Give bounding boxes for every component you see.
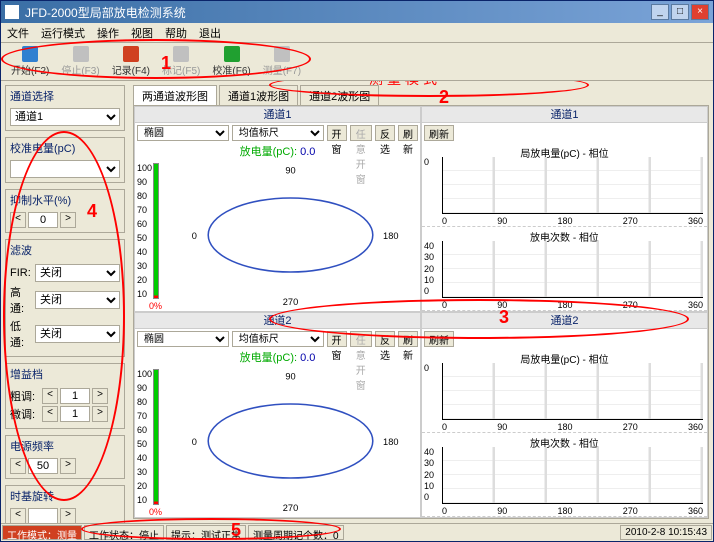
ch2-refresh-btn[interactable]: 刷新 (398, 331, 418, 347)
app-icon (5, 5, 19, 19)
calib-label: 校准电量(pC) (6, 138, 124, 158)
fine-dec[interactable]: < (42, 406, 58, 422)
svg-text:180: 180 (383, 231, 398, 241)
suppress-inc[interactable]: > (60, 212, 76, 228)
tb-mark[interactable]: 标记(F5) (158, 44, 204, 79)
tb-measure[interactable]: 测量(F7) (259, 44, 305, 79)
ch1-disp-select[interactable]: 椭圆 (137, 125, 229, 141)
fine-inc[interactable]: > (92, 406, 108, 422)
coarse-value[interactable]: 1 (60, 388, 90, 404)
minimize-button[interactable]: _ (651, 4, 669, 20)
tab-ch2[interactable]: 通道2波形图 (300, 85, 379, 105)
tabs: 两通道波形图 通道1波形图 通道2波形图 (133, 85, 709, 105)
power-dec[interactable]: < (10, 458, 26, 474)
menu-view[interactable]: 视图 (131, 25, 153, 41)
status-count: 测量周期记个数：0 (248, 525, 344, 540)
status-state: 工作状态：停止 (84, 525, 164, 540)
svg-text:0: 0 (192, 437, 197, 447)
status-time: 2010-2-8 10:15:43 (620, 525, 712, 540)
timebase-label: 时基旋转 (6, 486, 124, 506)
power-label: 电源频率 (6, 436, 124, 456)
menu-runmode[interactable]: 运行模式 (41, 25, 85, 41)
menu-operate[interactable]: 操作 (97, 25, 119, 41)
ch1-open-btn[interactable]: 开窗 (327, 125, 347, 141)
sidebar: 通道选择 通道1 校准电量(pC) 抑制水平(%) < 0 > 滤波 FIR:关… (1, 81, 129, 523)
gain-label: 增益档 (6, 364, 124, 384)
ch2-stats-refresh[interactable]: 刷新 (424, 331, 454, 347)
fir-select[interactable]: 关闭 (35, 264, 120, 282)
ch1-anyopen-btn[interactable]: 任意开窗 (350, 125, 372, 141)
hp-select[interactable]: 关闭 (35, 291, 120, 309)
menu-file[interactable]: 文件 (7, 25, 29, 41)
filter-label: 滤波 (6, 240, 124, 260)
tab-both[interactable]: 两通道波形图 (133, 85, 217, 105)
tb-start[interactable]: 开始(F2) (7, 44, 53, 79)
ch2-invert-btn[interactable]: 反选 (375, 331, 395, 347)
menu-help[interactable]: 帮助 (165, 25, 187, 41)
svg-text:0: 0 (192, 231, 197, 241)
fine-value[interactable]: 1 (60, 406, 90, 422)
menu-exit[interactable]: 退出 (199, 25, 221, 41)
svg-text:90: 90 (285, 371, 295, 381)
menubar: 文件 运行模式 操作 视图 帮助 退出 (1, 23, 713, 43)
calib-select[interactable] (10, 160, 120, 178)
suppress-dec[interactable]: < (10, 212, 26, 228)
ch2-open-btn[interactable]: 开窗 (327, 331, 347, 347)
ch2-disp-select[interactable]: 椭圆 (137, 331, 229, 347)
ch2-plot: 100908070605040302010 0% 90 180 270 0 (135, 365, 420, 517)
svg-text:90: 90 (285, 165, 295, 175)
window-title: JFD-2000型局部放电检测系统 (25, 4, 651, 21)
titlebar: JFD-2000型局部放电检测系统 _ □ × (1, 1, 713, 23)
main-area: 两通道波形图 通道1波形图 通道2波形图 通道1 椭圆 均值标尺 开窗 任意开窗… (129, 81, 713, 523)
svg-text:270: 270 (283, 503, 298, 513)
power-value[interactable]: 50 (28, 458, 58, 474)
tb-record[interactable]: 记录(F4) (108, 44, 154, 79)
quad-ch2-wave: 通道2 椭圆 均值标尺 开窗 任意开窗 反选 刷新 放电量(pC): 0.0 1… (134, 312, 421, 518)
close-button[interactable]: × (691, 4, 709, 20)
channel-select-label: 通道选择 (6, 86, 124, 106)
ch2-scale-select[interactable]: 均值标尺 (232, 331, 324, 347)
svg-text:270: 270 (283, 297, 298, 307)
app-window: JFD-2000型局部放电检测系统 _ □ × 文件 运行模式 操作 视图 帮助… (0, 0, 714, 542)
statusbar: 工作模式：测量 工作状态：停止 提示：测试正常 测量周期记个数：0 2010-2… (1, 523, 713, 541)
svg-text:180: 180 (383, 437, 398, 447)
maximize-button[interactable]: □ (671, 4, 689, 20)
timebase-value[interactable] (28, 508, 58, 523)
ch1-plot: 100908070605040302010 0% 90 180 270 0 (135, 159, 420, 311)
coarse-dec[interactable]: < (42, 388, 58, 404)
suppress-label: 抑制水平(%) (6, 190, 124, 210)
ch1-refresh-btn[interactable]: 刷新 (398, 125, 418, 141)
status-mode: 工作模式：测量 (2, 525, 82, 540)
toolbar: 开始(F2) 停止(F3) 记录(F4) 标记(F5) 校准(F6) 测量(F7… (1, 43, 713, 81)
status-hint: 提示：测试正常 (166, 525, 246, 540)
lp-select[interactable]: 关闭 (35, 325, 120, 343)
ch1-invert-btn[interactable]: 反选 (375, 125, 395, 141)
tab-ch1[interactable]: 通道1波形图 (219, 85, 298, 105)
tb-calib[interactable]: 校准(F6) (208, 44, 254, 79)
tb-stop[interactable]: 停止(F3) (57, 44, 103, 79)
timebase-dec[interactable]: < (10, 508, 26, 523)
ch1-scale-select[interactable]: 均值标尺 (232, 125, 324, 141)
channel-select[interactable]: 通道1 (10, 108, 120, 126)
ch2-anyopen-btn[interactable]: 任意开窗 (350, 331, 372, 347)
quad-ch2-stats: 通道2 刷新 局放电量(pC) - 相位 0 090180270360 放电次数… (421, 312, 708, 518)
timebase-inc[interactable]: > (60, 508, 76, 523)
coarse-inc[interactable]: > (92, 388, 108, 404)
power-inc[interactable]: > (60, 458, 76, 474)
suppress-value[interactable]: 0 (28, 212, 58, 228)
quad-ch1-stats: 通道1 刷新 局放电量(pC) - 相位 0 090180270360 放电次数… (421, 106, 708, 312)
ch1-stats-refresh[interactable]: 刷新 (424, 125, 454, 141)
quad-ch1-wave: 通道1 椭圆 均值标尺 开窗 任意开窗 反选 刷新 放电量(pC): 0.0 1… (134, 106, 421, 312)
